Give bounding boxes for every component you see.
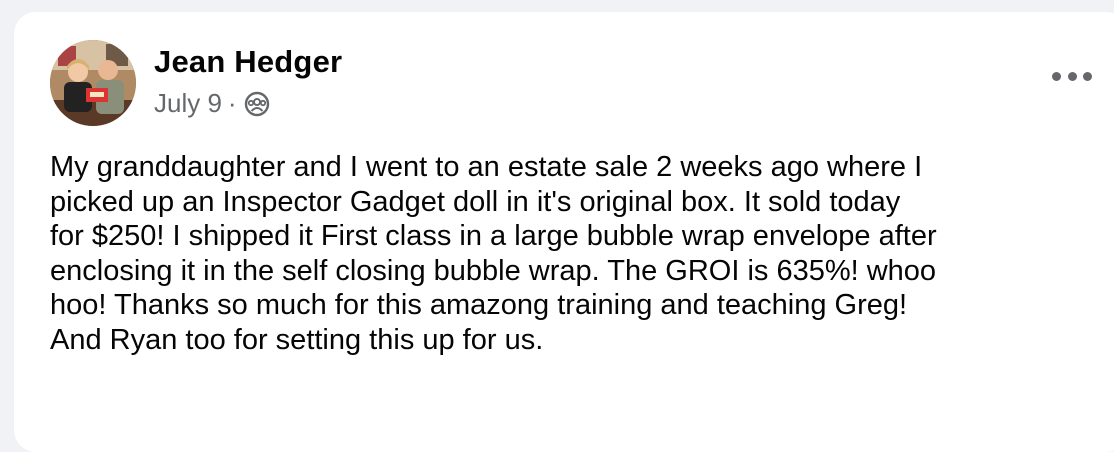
post-text: My granddaughter and I went to an estate… bbox=[50, 151, 937, 356]
more-options-icon[interactable] bbox=[1052, 64, 1092, 88]
meta-separator: · bbox=[227, 88, 237, 118]
author-name[interactable]: Jean Hedger bbox=[154, 44, 342, 80]
dot bbox=[1083, 71, 1092, 81]
avatar[interactable] bbox=[50, 40, 136, 126]
group-icon bbox=[243, 90, 271, 118]
post-date[interactable]: July 9 bbox=[154, 88, 222, 119]
post-meta: July 9 · bbox=[154, 88, 271, 119]
dot bbox=[1052, 71, 1061, 81]
dot bbox=[1067, 71, 1077, 81]
post-card: Jean Hedger July 9 · My granddaughter an… bbox=[14, 12, 1114, 452]
